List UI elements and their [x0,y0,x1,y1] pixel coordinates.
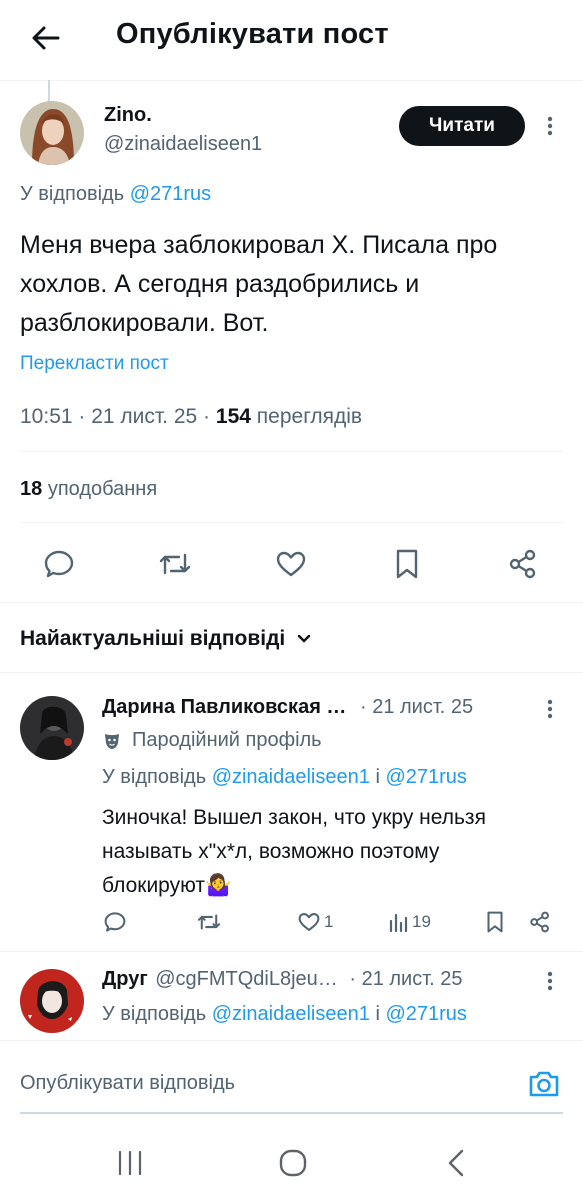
reply-author-name[interactable]: Дарина Павликовская … [102,696,346,718]
likes-count: 18 [20,478,43,500]
divider [20,522,563,523]
reply-author-handle[interactable]: @cgFMTQdiL8jeu… [155,968,338,990]
author-name[interactable]: Zino. [104,104,152,127]
reply-context: У відповідь @zinaidaeliseen1 і @271rus [102,766,467,789]
reply-avatar[interactable] [20,696,84,760]
share-icon[interactable] [505,546,541,582]
recent-apps-icon[interactable] [115,1150,145,1176]
reply-text-line: блокируют🤷‍♀️ [102,874,232,897]
divider [20,1112,563,1114]
reply-text-line: Зиночка! Вышел закон, что укру нельзя [102,806,486,829]
views-label: переглядів [256,405,363,428]
back-arrow-icon[interactable] [22,16,70,60]
like-action[interactable]: 1 [296,909,333,935]
compose-input[interactable]: Опублікувати відповідь [20,1072,235,1095]
reply-avatar[interactable] [20,969,84,1033]
parody-badge: Пародійний профіль [102,729,322,752]
avatar[interactable] [20,101,84,165]
like-icon [296,909,322,935]
repost-icon[interactable] [196,909,222,935]
share-icon[interactable] [527,909,553,935]
more-options-icon[interactable] [544,697,556,721]
like-count: 1 [324,912,334,931]
reply-context: У відповідь @zinaidaeliseen1 і @271rus [102,1003,467,1026]
back-nav-icon[interactable] [445,1148,467,1178]
reply-icon[interactable] [102,909,128,935]
reply-header: Дарина Павликовская … · 21 лист. 25 [102,696,522,719]
reply-to-link[interactable]: @zinaidaeliseen1 [212,1003,370,1025]
views-count: 154 [215,405,251,428]
reply-context: У відповідь @271rus [20,183,211,206]
post-text: Меня вчера заблокировал Х. Писала про хо… [20,231,498,337]
theater-mask-icon [102,731,122,751]
bookmark-icon[interactable] [482,909,508,935]
bookmark-icon[interactable] [389,546,425,582]
author-handle[interactable]: @zinaidaeliseen1 [104,133,262,156]
more-options-icon[interactable] [544,969,556,993]
follow-button[interactable]: Читати [399,106,525,146]
divider [0,672,583,673]
reply-to-link[interactable]: @zinaidaeliseen1 [212,766,370,788]
translate-link[interactable]: Перекласти пост [20,353,169,375]
reply-text-line: называть х"х*л, возможно поэтому [102,840,440,863]
thread-line [48,80,50,102]
replies-sort-label: Найактуальніші відповіді [20,627,286,650]
reply-header: Друг @cgFMTQdiL8jeu… · 21 лист. 25 [102,968,542,991]
reply-to-link[interactable]: @271rus [385,766,466,788]
reply-icon[interactable] [41,546,77,582]
likes-stat[interactable]: 18 уподобання [20,478,157,501]
analytics-icon [388,909,410,935]
more-options-icon[interactable] [544,114,556,138]
system-nav-bar [0,1126,583,1200]
reply-author-name[interactable]: Друг [102,968,148,990]
reply-to-link[interactable]: @271rus [385,1003,466,1025]
home-icon[interactable] [279,1149,307,1177]
reply-prefix: У відповідь [102,1003,207,1025]
post-time: 10:51 · 21 лист. 25 · [20,405,211,428]
views-count: 19 [412,912,431,931]
divider [0,951,583,952]
chevron-down-icon [295,630,313,648]
repost-icon[interactable] [157,546,193,582]
views-action[interactable]: 19 [388,909,431,935]
reply-joiner: і [375,766,380,788]
reply-to-link[interactable]: @271rus [130,183,211,205]
parody-label: Пародійний профіль [132,729,322,751]
top-bar: Опублікувати пост [0,0,583,81]
divider [0,602,583,603]
page-title: Опублікувати пост [116,18,389,50]
reply-text: Зиночка! Вышел закон, что укру нельзя на… [102,801,572,903]
reply-joiner: і [375,1003,380,1025]
divider [20,451,563,452]
likes-label: уподобання [47,478,158,500]
reply-date: · 21 лист. 25 [359,696,474,718]
replies-sort-dropdown[interactable]: Найактуальніші відповіді [20,627,313,651]
reply-date: · 21 лист. 25 [349,968,463,990]
reply-prefix: У відповідь [20,183,125,205]
post-meta: 10:51 · 21 лист. 25 · 154 переглядів [20,405,362,429]
camera-icon[interactable] [526,1066,562,1102]
reply-prefix: У відповідь [102,766,207,788]
like-icon[interactable] [273,546,309,582]
